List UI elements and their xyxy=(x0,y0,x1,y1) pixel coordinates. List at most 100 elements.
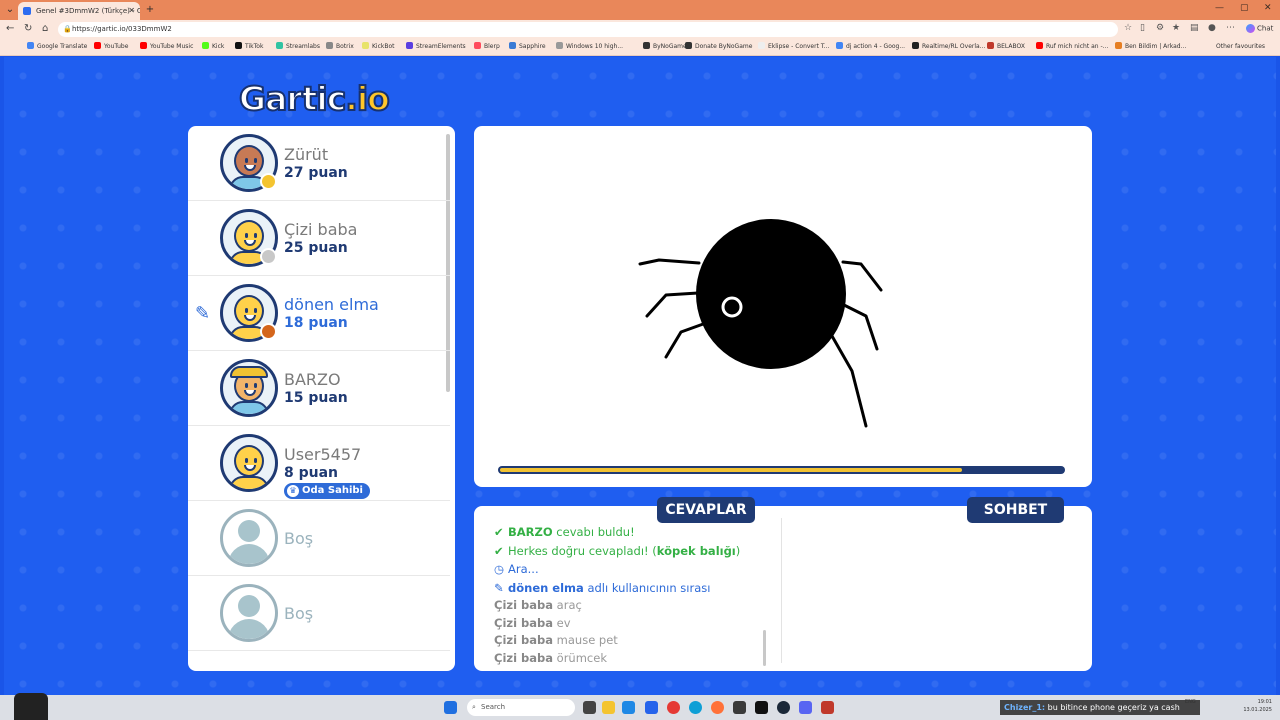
answer-line: Çizi baba araç xyxy=(494,597,769,615)
tray-lang[interactable]: ENG xyxy=(1185,698,1196,706)
bookmark-item[interactable]: Google Translate xyxy=(27,42,87,52)
copilot-button[interactable]: Chat xyxy=(1246,24,1273,33)
empty-avatar-icon xyxy=(220,509,278,567)
player-row[interactable]: Çizi baba 25 puan xyxy=(188,201,450,276)
chat-overlay-user: Chizer_1: xyxy=(1004,703,1046,712)
capcut-icon[interactable] xyxy=(755,701,768,714)
maximize-icon[interactable]: ▢ xyxy=(1240,3,1249,13)
bookmark-item[interactable]: Windows 10 high... xyxy=(556,42,623,52)
close-window-icon[interactable]: ✕ xyxy=(1264,3,1272,13)
bookmark-item[interactable]: Botrix xyxy=(326,42,354,52)
bookmark-item[interactable]: dj action 4 - Goog... xyxy=(836,42,905,52)
more-icon[interactable]: ⋯ xyxy=(1226,23,1235,33)
discord-icon[interactable] xyxy=(799,701,812,714)
bookmark-favicon-icon xyxy=(643,42,650,49)
copilot-icon xyxy=(1246,24,1255,33)
bookmark-item[interactable]: Ruf mich nicht an -... xyxy=(1036,42,1108,52)
bookmark-favicon-icon xyxy=(276,42,283,49)
epic-games-icon[interactable] xyxy=(733,701,746,714)
edge-icon[interactable] xyxy=(689,701,702,714)
answers-list: ✔ BARZO cevabı buldu! ✔ Herkes doğru cevapl… xyxy=(494,523,769,668)
bookmark-favicon-icon xyxy=(202,42,209,49)
bookmark-item[interactable]: Realtime/RL Overla... xyxy=(912,42,985,52)
pencil-icon: ✎ xyxy=(494,580,504,595)
bookmark-item[interactable]: Ben Bildim | Arkad... xyxy=(1115,42,1186,52)
extensions-icon[interactable]: ⚙ xyxy=(1156,23,1164,33)
player-row[interactable]: Zürüt 27 puan xyxy=(188,126,450,201)
drawing xyxy=(638,219,883,428)
bookmark-label: Eklipse - Convert T... xyxy=(768,43,830,50)
other-favourites[interactable]: Other favourites xyxy=(1216,42,1265,52)
minimize-icon[interactable]: — xyxy=(1215,3,1224,13)
answer-text: adlı kullanıcının sırası xyxy=(583,580,711,595)
bookmark-item[interactable]: TikTok xyxy=(235,42,263,52)
player-row[interactable]: ✎ dönen elma 18 puan xyxy=(188,276,450,351)
bookmark-item[interactable]: Sapphire xyxy=(509,42,546,52)
firefox-icon[interactable] xyxy=(711,701,724,714)
answers-scrollbar[interactable] xyxy=(763,630,766,666)
tab-close-icon[interactable]: ✕ xyxy=(128,2,135,20)
spider-drawing xyxy=(638,219,883,428)
avatar xyxy=(220,434,278,492)
favorites-bar-icon[interactable]: ★ xyxy=(1172,23,1180,33)
task-view-icon[interactable] xyxy=(583,701,596,714)
bookmark-item[interactable]: YouTube xyxy=(94,42,128,52)
url-field[interactable]: 🔒 https://gartic.io/033DmmW2 xyxy=(58,22,1118,37)
answer-text: Herkes doğru cevapladı! ( xyxy=(508,543,657,558)
player-name: Boş xyxy=(284,604,314,623)
file-explorer-icon[interactable] xyxy=(602,701,615,714)
bookmark-label: Realtime/RL Overla... xyxy=(922,43,986,50)
answer-line: Çizi baba mause pet xyxy=(494,632,769,650)
tray-clock[interactable]: 19:01 13.01.2025 xyxy=(1236,698,1272,714)
empty-avatar-icon xyxy=(220,584,278,642)
empty-player-slot[interactable]: Boş xyxy=(188,501,450,576)
obs-icon[interactable] xyxy=(667,701,680,714)
player-row[interactable]: BARZO 15 puan xyxy=(188,351,450,426)
back-icon[interactable]: ← xyxy=(6,23,14,34)
bookmark-label: Botrix xyxy=(336,43,354,50)
bookmark-favicon-icon xyxy=(912,42,919,49)
profile-icon[interactable]: ● xyxy=(1208,23,1216,33)
bookmark-item[interactable]: BELABOX xyxy=(987,42,1025,52)
bookmark-item[interactable]: Donate ByNoGame xyxy=(685,42,752,52)
browser-tab[interactable]: Genel #3DmmW2 (Türkçe) - Gartic... ✕ xyxy=(18,2,140,20)
store-icon[interactable] xyxy=(622,701,635,714)
home-icon[interactable]: ⌂ xyxy=(42,23,48,34)
collections-icon[interactable]: ▤ xyxy=(1190,23,1199,33)
bookmark-item[interactable]: Kick xyxy=(202,42,224,52)
split-screen-icon[interactable]: ▯ xyxy=(1140,23,1145,33)
new-tab-icon[interactable]: + xyxy=(143,3,157,17)
tab-chat[interactable]: SOHBET xyxy=(967,497,1064,523)
steam-icon[interactable] xyxy=(777,701,790,714)
bookmark-item[interactable]: YouTube Music xyxy=(140,42,193,52)
app-icon[interactable] xyxy=(821,701,834,714)
mail-icon[interactable] xyxy=(645,701,658,714)
address-bar: ← ↻ ⌂ 🔒 https://gartic.io/033DmmW2 ☆ ▯ ⚙… xyxy=(0,20,1280,39)
player-row[interactable]: User5457 8 puan ♛ Oda Sahibi xyxy=(188,426,450,501)
start-icon[interactable] xyxy=(444,701,457,714)
taskbar-search[interactable]: ⌕ Search xyxy=(467,699,575,716)
bookmark-item[interactable]: Streamlabs xyxy=(276,42,320,52)
bookmark-favicon-icon xyxy=(1115,42,1122,49)
browser-tab-strip: ⌄ Genel #3DmmW2 (Türkçe) - Gartic... ✕ +… xyxy=(0,0,1280,20)
answer-text: araç xyxy=(553,598,582,612)
empty-player-slot[interactable]: Boş xyxy=(188,576,450,651)
copilot-label: Chat xyxy=(1257,24,1274,33)
drawing-canvas[interactable] xyxy=(474,126,1092,487)
favorite-icon[interactable]: ☆ xyxy=(1124,23,1132,33)
tab-actions-icon[interactable]: ⌄ xyxy=(3,3,17,17)
answer-line: ✔ Herkes doğru cevapladı! (köpek balığı) xyxy=(494,542,769,561)
logo-main: Gartic xyxy=(238,78,347,119)
bookmark-item[interactable]: ByNoGame xyxy=(643,42,687,52)
refresh-icon[interactable]: ↻ xyxy=(24,23,32,34)
bookmark-item[interactable]: Blerp xyxy=(474,42,500,52)
bookmark-item[interactable]: StreamElements xyxy=(406,42,466,52)
bookmark-favicon-icon xyxy=(326,42,333,49)
tab-answers[interactable]: CEVAPLAR xyxy=(657,497,755,523)
bookmark-item[interactable]: Eklipse - Convert T... xyxy=(758,42,830,52)
bookmark-label: YouTube xyxy=(104,43,129,50)
url-text: https://gartic.io/033DmmW2 xyxy=(72,25,172,33)
bookmark-item[interactable]: KickBot xyxy=(362,42,395,52)
bookmark-label: Google Translate xyxy=(37,43,88,50)
answer-user: Çizi baba xyxy=(494,650,554,665)
